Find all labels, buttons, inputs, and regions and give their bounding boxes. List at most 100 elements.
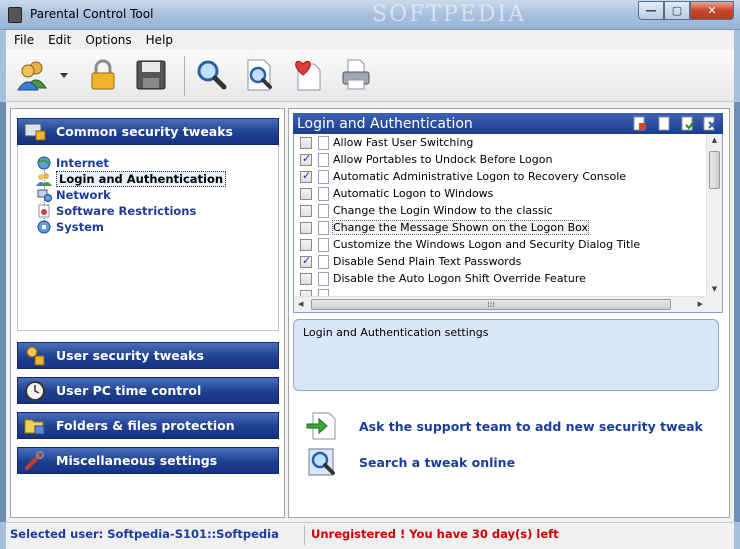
list-item[interactable]: Allow Fast User Switching	[300, 134, 473, 151]
category-user-security[interactable]: User security tweaks	[17, 342, 279, 369]
category-label: User PC time control	[56, 383, 202, 398]
category-pc-time-control[interactable]: User PC time control	[17, 377, 279, 404]
status-separator	[304, 525, 305, 545]
tweak-checkbox[interactable]	[300, 221, 312, 234]
lock-icon[interactable]	[86, 58, 120, 92]
scroll-left-arrow[interactable]: ◀	[298, 300, 303, 308]
scroll-right-arrow[interactable]: ▶	[698, 300, 703, 308]
software-icon	[38, 204, 50, 217]
computer-lock-icon	[24, 123, 46, 141]
chevron-down-icon[interactable]	[58, 70, 70, 80]
registration-status: Unregistered ! You have 30 day(s) left	[311, 527, 559, 541]
list-item[interactable]: Customize the Windows Logon and Security…	[300, 236, 640, 253]
category-common-security[interactable]: Common security tweaks	[17, 118, 279, 145]
tree-item-login-authentication[interactable]: Login and Authentication	[36, 170, 227, 187]
window-title: Parental Control Tool	[30, 7, 154, 21]
list-title: Login and Authentication	[297, 115, 473, 132]
system-icon	[37, 220, 51, 233]
scroll-thumb[interactable]: ⁞⁞⁞	[311, 299, 671, 310]
tweak-checkbox[interactable]	[300, 152, 312, 166]
description-text: Login and Authentication settings	[303, 326, 489, 339]
document-icon	[318, 254, 329, 269]
softpedia-watermark: SOFTPEDIA	[372, 2, 527, 27]
category-miscellaneous[interactable]: Miscellaneous settings	[17, 447, 279, 474]
list-header: Login and Authentication	[293, 113, 723, 134]
tree-item-software-restrictions[interactable]: Software Restrictions	[36, 203, 196, 218]
title-bar: Parental Control Tool SOFTPEDIA — ▢ ✕	[0, 0, 740, 30]
document-icon	[318, 135, 329, 150]
app-icon	[8, 7, 22, 23]
import-icon[interactable]	[633, 116, 647, 131]
tweak-checkbox[interactable]	[300, 169, 312, 183]
folder-lock-icon	[24, 419, 45, 435]
tree-item-network[interactable]: Network	[36, 187, 111, 202]
support-action[interactable]: Ask the support team to add new security…	[305, 411, 703, 441]
scroll-down-arrow[interactable]: ▼	[709, 285, 720, 295]
tweak-checkbox[interactable]	[300, 272, 312, 285]
category-tree: Internet Login and Authentication Networ…	[17, 145, 279, 331]
support-link[interactable]: Ask the support team to add new security…	[359, 419, 703, 434]
document-icon	[318, 237, 329, 252]
horizontal-scrollbar[interactable]: ◀ ⁞⁞⁞ ▶	[294, 296, 707, 312]
list-item[interactable]: Automatic Logon to Windows	[300, 185, 493, 202]
vertical-scrollbar[interactable]: ▲ ▼	[706, 134, 722, 297]
minimize-button[interactable]: —	[638, 1, 664, 20]
close-button[interactable]: ✕	[690, 1, 734, 20]
network-icon	[37, 189, 52, 202]
uncheck-document-icon[interactable]	[703, 116, 717, 131]
tree-item-internet[interactable]: Internet	[36, 155, 109, 170]
scroll-thumb[interactable]	[709, 151, 720, 189]
scroll-up-arrow[interactable]: ▲	[709, 136, 720, 146]
user-lock-icon	[26, 346, 45, 366]
document-icon	[318, 220, 329, 235]
category-folders-files-protection[interactable]: Folders & files protection	[17, 412, 279, 439]
list-item[interactable]: Allow Portables to Undock Before Logon	[300, 151, 552, 168]
selected-user-status: Selected user: Softpedia-S101::Softpedia	[10, 527, 279, 541]
menu-edit[interactable]: Edit	[48, 33, 71, 47]
clock-icon	[25, 381, 45, 401]
tweak-checkbox[interactable]	[300, 204, 312, 217]
search-online-action[interactable]: Search a tweak online	[305, 447, 515, 477]
category-panel: Common security tweaks Internet Login an…	[10, 108, 285, 518]
list-item[interactable]: Change the Login Window to the classic	[300, 202, 553, 219]
document-arrow-icon	[306, 412, 336, 440]
tools-icon	[25, 451, 44, 470]
menu-bar: File Edit Options Help	[0, 30, 740, 50]
client-area: Common security tweaks Internet Login an…	[6, 102, 734, 522]
window-controls: — ▢ ✕	[638, 1, 734, 20]
tweaks-list: Allow Fast User Switching Allow Portable…	[293, 134, 723, 313]
document-icon[interactable]	[657, 116, 671, 131]
description-box: Login and Authentication settings	[293, 319, 719, 391]
document-icon	[318, 271, 329, 286]
category-label: User security tweaks	[56, 348, 204, 363]
category-label: Miscellaneous settings	[56, 453, 218, 468]
search-online-link[interactable]: Search a tweak online	[359, 455, 515, 470]
status-bar: Selected user: Softpedia-S101::Softpedia…	[0, 522, 740, 549]
search-document-icon[interactable]	[242, 58, 276, 92]
print-icon[interactable]	[338, 58, 372, 92]
menu-options[interactable]: Options	[85, 33, 131, 47]
save-icon[interactable]	[134, 58, 168, 92]
tree-item-system[interactable]: System	[36, 219, 104, 234]
menu-file[interactable]: File	[14, 33, 34, 47]
users-icon[interactable]	[16, 58, 50, 92]
tweak-checkbox[interactable]	[300, 254, 312, 268]
list-item[interactable]: Automatic Administrative Logon to Recove…	[300, 168, 626, 185]
users-icon	[36, 172, 52, 186]
check-document-icon[interactable]	[681, 116, 695, 131]
tweak-checkbox[interactable]	[300, 136, 312, 149]
maximize-button[interactable]: ▢	[664, 1, 690, 20]
document-icon	[318, 169, 329, 184]
tweak-checkbox[interactable]	[300, 187, 312, 200]
list-item[interactable]: Disable Send Plain Text Passwords	[300, 253, 521, 270]
menu-help[interactable]: Help	[146, 33, 173, 47]
list-item[interactable]: Change the Message Shown on the Logon Bo…	[300, 219, 590, 236]
scroll-corner	[706, 296, 722, 312]
category-label: Common security tweaks	[56, 124, 233, 139]
list-item[interactable]: Disable the Auto Logon Shift Override Fe…	[300, 270, 586, 287]
tweak-checkbox[interactable]	[300, 238, 312, 251]
heart-document-icon[interactable]	[290, 58, 324, 92]
search-icon[interactable]	[194, 58, 228, 92]
document-icon	[318, 152, 329, 167]
tweaks-panel: Login and Authentication Allow Fast User…	[288, 108, 730, 518]
